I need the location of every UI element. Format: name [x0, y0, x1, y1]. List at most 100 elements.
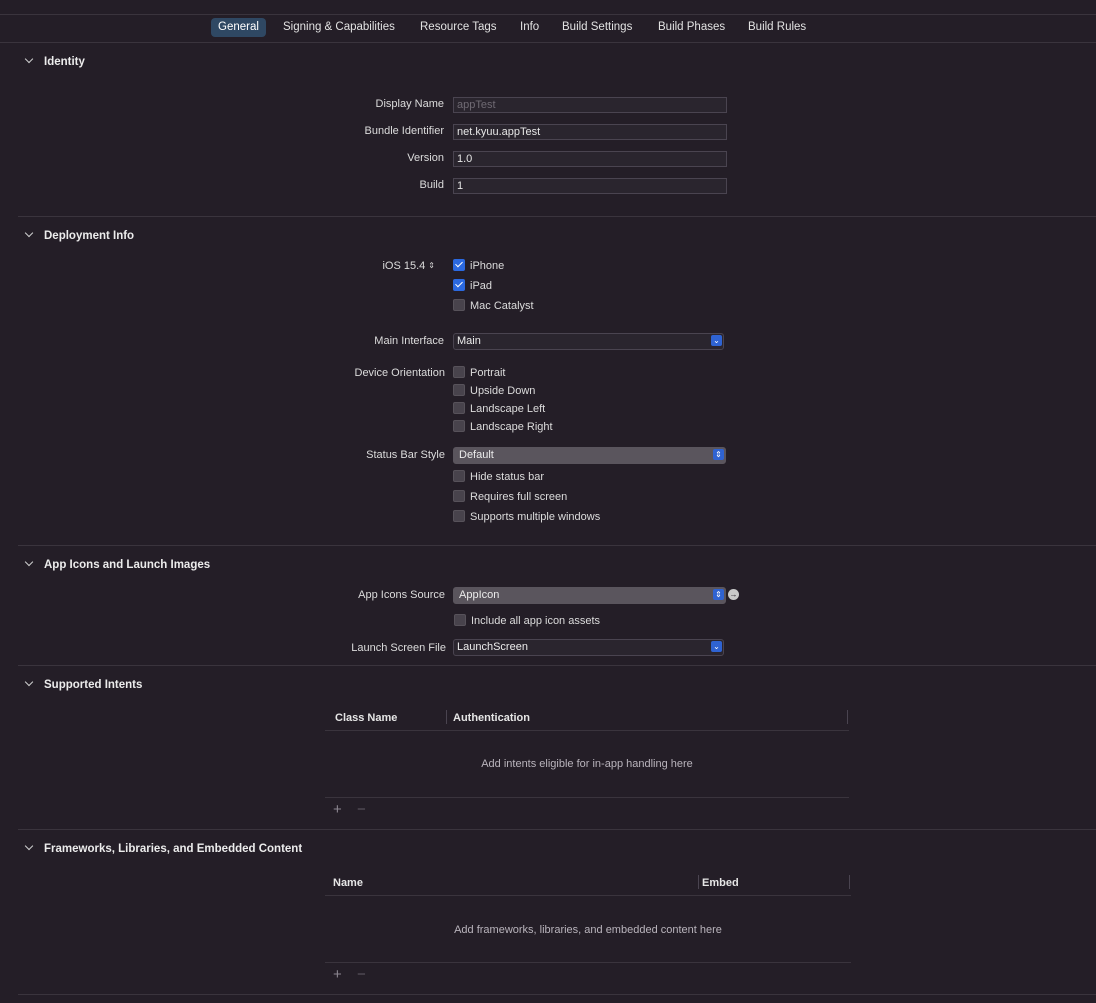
checkbox-label: iPad [470, 280, 493, 292]
table-footer-divider [325, 797, 849, 798]
section-title: Frameworks, Libraries, and Embedded Cont… [44, 843, 303, 855]
main-interface-label: Main Interface [374, 335, 444, 347]
bundle-identifier-field[interactable]: net.kyuu.appTest [453, 124, 727, 140]
table-footer-divider [325, 962, 851, 963]
build-label: Build [419, 179, 444, 191]
chevron-down-icon [24, 54, 34, 64]
chevron-down-icon[interactable]: ⌄ [711, 641, 722, 652]
section-identity-header[interactable]: Identity [24, 54, 85, 68]
chevron-down-icon [24, 228, 34, 238]
status-bar-style-popup[interactable]: Default ⇕ [453, 447, 726, 464]
remove-intent-button[interactable]: − [357, 802, 366, 817]
orientation-portrait-checkbox[interactable]: Portrait [453, 366, 505, 380]
status-bar-style-value: Default [459, 449, 494, 461]
section-supported-intents-header[interactable]: Supported Intents [24, 677, 143, 691]
orientation-landscape-left-checkbox[interactable]: Landscape Left [453, 402, 545, 416]
tab-signing-capabilities[interactable]: Signing & Capabilities [276, 18, 402, 37]
section-app-icons-header[interactable]: App Icons and Launch Images [24, 557, 211, 571]
device-iphone-checkbox[interactable]: iPhone [453, 259, 504, 273]
ios-version-label: iOS 15.4 [382, 260, 426, 272]
requires-full-screen-checkbox[interactable]: Requires full screen [453, 490, 567, 504]
launch-screen-file-combo[interactable]: LaunchScreen ⌄ [453, 639, 724, 656]
device-ipad-checkbox[interactable]: iPad [453, 279, 492, 293]
section-title: Identity [44, 56, 85, 68]
remove-framework-button[interactable]: − [357, 967, 366, 982]
editor-tab-bar: General Signing & Capabilities Resource … [0, 16, 1096, 42]
section-title: App Icons and Launch Images [44, 559, 211, 571]
checkbox-checked-icon [453, 259, 465, 271]
chevron-down-icon [24, 841, 34, 851]
checkbox-checked-icon [453, 279, 465, 291]
column-header-embed[interactable]: Embed [702, 877, 739, 889]
checkbox-icon [453, 510, 465, 522]
section-deployment-header[interactable]: Deployment Info [24, 228, 134, 242]
tab-general[interactable]: General [211, 18, 266, 37]
chevron-down-icon [24, 677, 34, 687]
column-separator [698, 875, 699, 889]
checkbox-label: Mac Catalyst [470, 300, 534, 312]
tab-info[interactable]: Info [513, 18, 546, 37]
checkbox-label: iPhone [470, 260, 505, 272]
app-icons-source-value: AppIcon [459, 589, 500, 601]
checkbox-icon [453, 420, 465, 432]
bundle-identifier-label: Bundle Identifier [364, 125, 445, 137]
tab-resource-tags[interactable]: Resource Tags [413, 18, 504, 37]
section-divider [18, 994, 1096, 995]
add-intent-button[interactable]: + [333, 802, 342, 817]
status-bar-style-label: Status Bar Style [366, 449, 445, 461]
app-icons-source-label: App Icons Source [358, 589, 445, 601]
checkbox-label: Upside Down [470, 385, 536, 397]
checkbox-label: Portrait [470, 367, 506, 379]
chevron-down-icon [24, 557, 34, 567]
main-interface-value: Main [457, 335, 481, 347]
column-header-class-name[interactable]: Class Name [335, 712, 397, 724]
column-header-name[interactable]: Name [333, 877, 363, 889]
device-mac-catalyst-checkbox[interactable]: Mac Catalyst [453, 299, 534, 313]
checkbox-icon [453, 470, 465, 482]
display-name-label: Display Name [375, 98, 444, 110]
checkbox-label: Hide status bar [470, 471, 544, 483]
build-field[interactable]: 1 [453, 178, 727, 194]
tab-build-rules[interactable]: Build Rules [741, 18, 813, 37]
main-interface-combo[interactable]: Main ⌄ [453, 333, 724, 350]
checkbox-icon [453, 490, 465, 502]
checkbox-icon [454, 614, 466, 626]
checkbox-icon [453, 384, 465, 396]
orientation-upside-down-checkbox[interactable]: Upside Down [453, 384, 535, 398]
checkbox-label: Supports multiple windows [470, 511, 601, 523]
section-divider [18, 665, 1096, 666]
intents-empty-message: Add intents eligible for in-app handling… [481, 758, 693, 770]
hide-status-bar-checkbox[interactable]: Hide status bar [453, 470, 544, 484]
checkbox-label: Landscape Right [470, 421, 553, 433]
version-label: Version [407, 152, 444, 164]
orientation-landscape-right-checkbox[interactable]: Landscape Right [453, 420, 553, 434]
checkbox-icon [453, 366, 465, 378]
section-frameworks-header[interactable]: Frameworks, Libraries, and Embedded Cont… [24, 841, 303, 855]
column-header-authentication[interactable]: Authentication [453, 712, 530, 724]
frameworks-table: Name Embed Add frameworks, libraries, an… [325, 875, 851, 985]
ios-version-selector[interactable]: iOS 15.4 ⇕ [135, 260, 435, 272]
section-title: Supported Intents [44, 679, 143, 691]
checkbox-icon [453, 402, 465, 414]
checkbox-label: Landscape Left [470, 403, 546, 415]
supports-multiple-windows-checkbox[interactable]: Supports multiple windows [453, 510, 600, 524]
up-down-chevron-icon: ⇕ [713, 449, 724, 460]
checkbox-icon [453, 299, 465, 311]
up-down-chevron-icon: ⇕ [713, 589, 724, 600]
column-separator [847, 710, 848, 724]
app-icons-source-popup[interactable]: AppIcon ⇕ [453, 587, 726, 604]
table-header-divider [325, 730, 849, 731]
version-field[interactable]: 1.0 [453, 151, 727, 167]
display-name-field[interactable]: appTest [453, 97, 727, 113]
chevron-down-icon[interactable]: ⌄ [711, 335, 722, 346]
tab-build-settings[interactable]: Build Settings [555, 18, 639, 37]
frameworks-empty-message: Add frameworks, libraries, and embedded … [454, 924, 722, 936]
include-all-icon-assets-checkbox[interactable]: Include all app icon assets [454, 614, 600, 628]
stepper-arrows-icon: ⇕ [428, 261, 435, 270]
add-framework-button[interactable]: + [333, 967, 342, 982]
top-divider [0, 14, 1096, 15]
device-orientation-label: Device Orientation [354, 367, 446, 379]
navigate-arrow-icon[interactable]: → [728, 589, 739, 600]
checkbox-label: Include all app icon assets [471, 615, 601, 627]
tab-build-phases[interactable]: Build Phases [651, 18, 732, 37]
